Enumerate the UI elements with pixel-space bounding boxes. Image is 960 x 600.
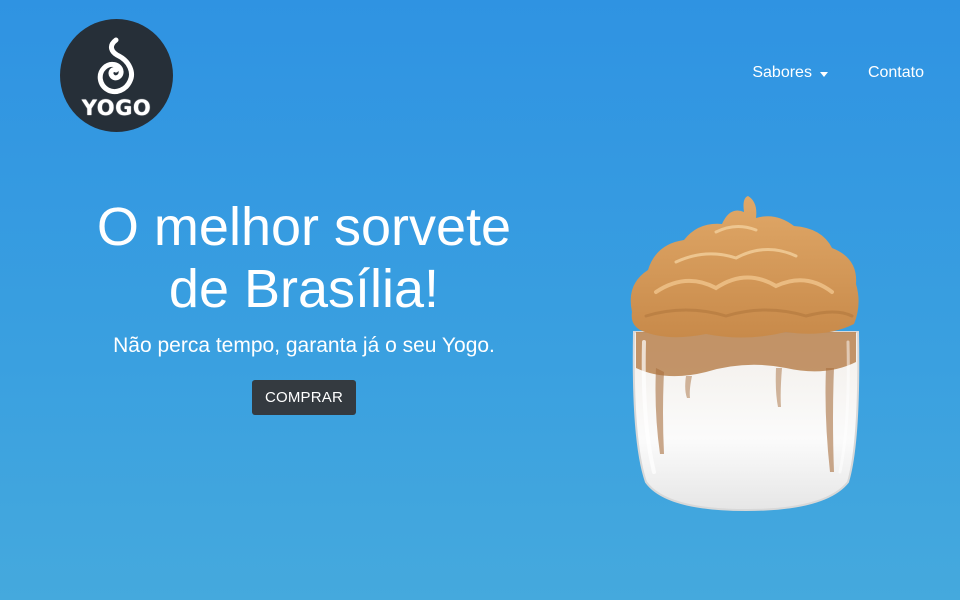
hero-section: O melhor sorvete de Brasília! Não perca …	[60, 196, 548, 415]
logo-text: YOGO	[81, 95, 152, 120]
brand-logo[interactable]: YOGO	[60, 19, 173, 132]
swirl-icon	[97, 37, 134, 94]
hero-subtitle: Não perca tempo, garanta já o seu Yogo.	[113, 334, 495, 357]
hero-title-line1: O melhor sorvete	[96, 197, 512, 257]
hero-title-line2: de Brasília!	[168, 259, 440, 319]
caret-down-icon	[819, 71, 828, 77]
main-nav: Sabores Contato	[752, 64, 924, 82]
nav-contato-label: Contato	[867, 64, 924, 81]
nav-sabores-dropdown[interactable]: Sabores	[752, 64, 828, 82]
nav-sabores-label: Sabores	[752, 64, 812, 81]
nav-contato-link[interactable]: Contato	[868, 64, 924, 82]
hero-title: O melhor sorvete de Brasília!	[60, 196, 548, 320]
product-image	[630, 196, 860, 512]
buy-button[interactable]: COMPRAR	[251, 380, 357, 415]
